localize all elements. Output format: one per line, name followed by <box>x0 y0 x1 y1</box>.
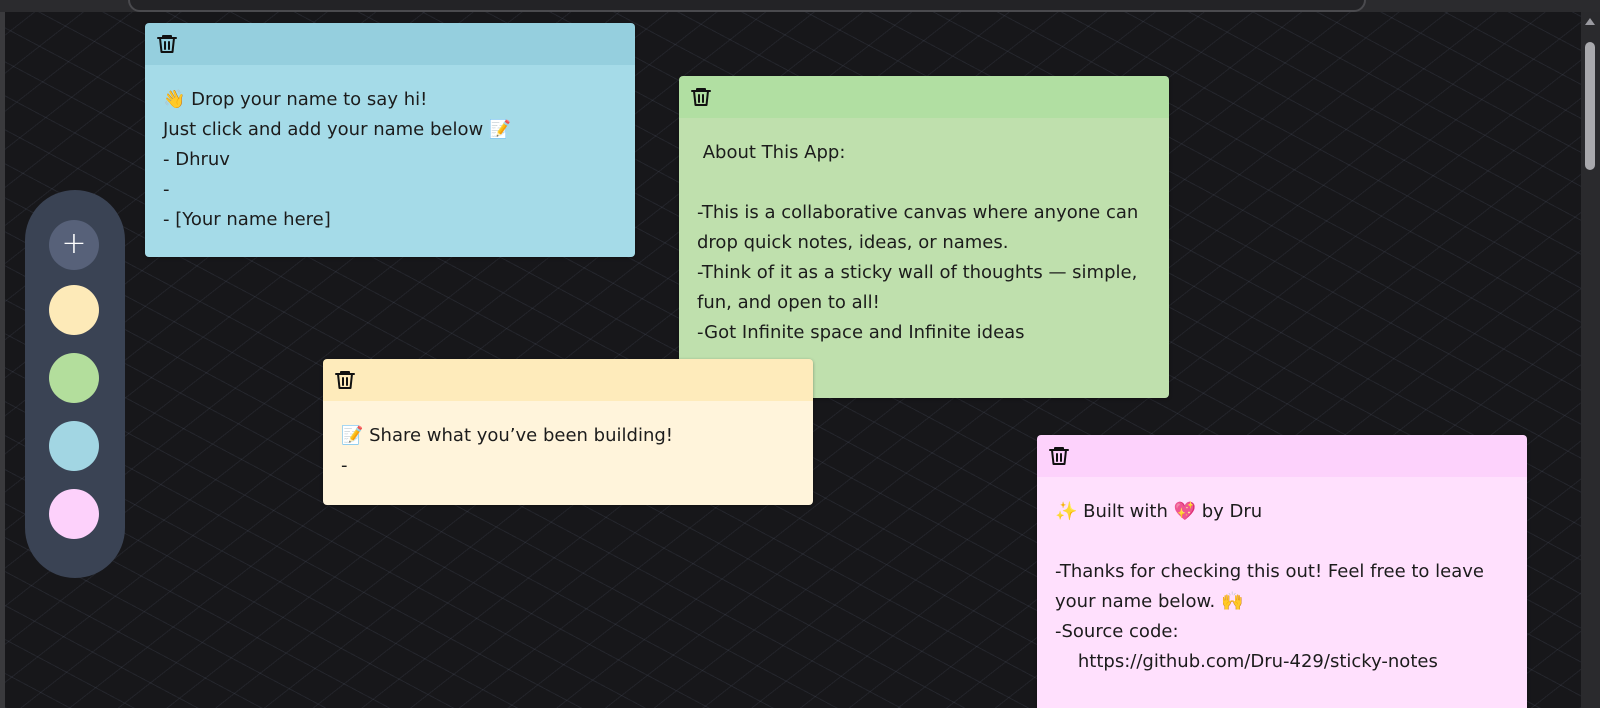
sticky-canvas[interactable]: 👋 Drop your name to say hi! Just click a… <box>5 12 1581 708</box>
swatch-green[interactable] <box>49 353 99 403</box>
swatch-blue[interactable] <box>49 421 99 471</box>
note-text[interactable]: 📝 Share what you’ve been building! - <box>323 401 813 505</box>
address-bar[interactable] <box>128 0 1366 12</box>
color-palette: + <box>25 190 125 578</box>
sticky-note-green[interactable]: About This App: -This is a collaborative… <box>679 76 1169 398</box>
sticky-note-blue[interactable]: 👋 Drop your name to say hi! Just click a… <box>145 23 635 257</box>
trash-icon[interactable] <box>689 85 713 109</box>
note-header[interactable] <box>679 76 1169 118</box>
note-text[interactable]: About This App: -This is a collaborative… <box>679 118 1169 398</box>
scroll-up-arrow-icon[interactable] <box>1585 18 1595 25</box>
vertical-scrollbar[interactable] <box>1581 12 1600 708</box>
note-header[interactable] <box>1037 435 1527 477</box>
sticky-note-yellow[interactable]: 📝 Share what you’ve been building! - <box>323 359 813 505</box>
note-text[interactable]: ✨ Built with 💖 by Dru -Thanks for checki… <box>1037 477 1527 708</box>
note-text[interactable]: 👋 Drop your name to say hi! Just click a… <box>145 65 635 257</box>
trash-icon[interactable] <box>1047 444 1071 468</box>
note-header[interactable] <box>145 23 635 65</box>
scroll-thumb[interactable] <box>1585 42 1595 170</box>
plus-icon: + <box>61 226 87 261</box>
window-top-bar <box>0 0 1600 12</box>
add-note-button[interactable]: + <box>49 220 99 270</box>
trash-icon[interactable] <box>333 368 357 392</box>
note-header[interactable] <box>323 359 813 401</box>
swatch-pink[interactable] <box>49 489 99 539</box>
trash-icon[interactable] <box>155 32 179 56</box>
sticky-note-pink[interactable]: ✨ Built with 💖 by Dru -Thanks for checki… <box>1037 435 1527 708</box>
swatch-yellow[interactable] <box>49 285 99 335</box>
